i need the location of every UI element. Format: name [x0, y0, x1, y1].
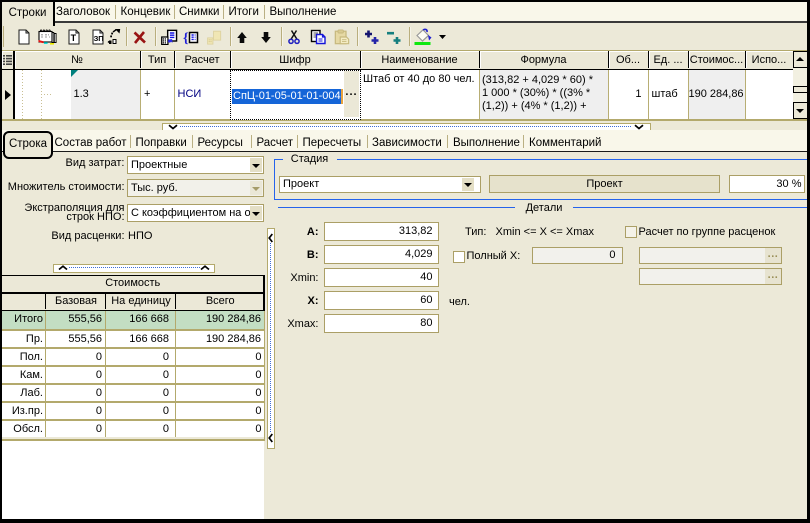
- svg-text:ЗП: ЗП: [94, 34, 104, 43]
- svg-text:{: {: [183, 31, 189, 45]
- svg-text:Т: Т: [71, 33, 77, 43]
